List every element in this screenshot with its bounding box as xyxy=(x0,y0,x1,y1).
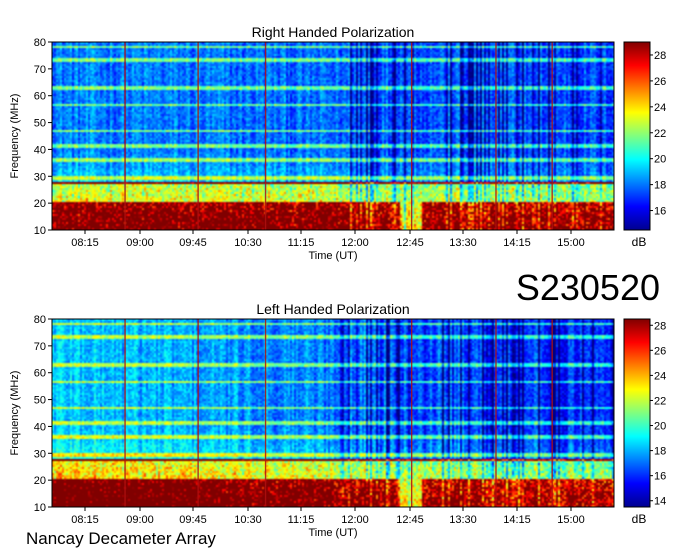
spectrogram-panel-0: Right Handed Polarization 10 20 30 40 50 60 70 8… xyxy=(9,24,666,262)
x-tick-label: 09:00 xyxy=(126,514,154,526)
x-tick-label: 15:00 xyxy=(557,514,585,526)
y-tick-label: 80 xyxy=(34,314,46,326)
y-tick-label: 70 xyxy=(34,341,46,353)
x-tick-label: 12:00 xyxy=(341,514,369,526)
x-tick-label: 08:15 xyxy=(71,237,99,249)
x-tick-label: 09:45 xyxy=(179,514,207,526)
y-tick-label: 60 xyxy=(34,91,46,103)
x-tick-label: 09:45 xyxy=(179,237,207,249)
y-tick-label: 70 xyxy=(34,64,46,76)
colorbar-tick-label: 20 xyxy=(654,154,666,166)
x-tick-label: 12:45 xyxy=(396,237,424,249)
y-tick-label: 50 xyxy=(34,118,46,130)
x-tick-label: 09:00 xyxy=(126,237,154,249)
y-tick-label: 10 xyxy=(34,502,46,514)
x-tick-label: 08:15 xyxy=(71,514,99,526)
y-axis-label: Frequency (MHz) xyxy=(9,94,21,179)
x-axis-label: Time (UT) xyxy=(308,527,357,539)
y-tick-label: 50 xyxy=(34,395,46,407)
x-tick-label: 12:45 xyxy=(396,514,424,526)
colorbar-tick-label: 28 xyxy=(654,50,666,62)
colorbar-tick-label: 16 xyxy=(654,471,666,483)
y-tick-label: 30 xyxy=(34,448,46,460)
colorbar-tick-label: 26 xyxy=(654,76,666,88)
y-tick-label: 20 xyxy=(34,198,46,210)
x-tick-label: 11:15 xyxy=(288,514,315,526)
y-tick-label: 60 xyxy=(34,368,46,380)
spectrogram-panel-1: Left Handed Polarization 10 20 30 40 50 60 70 80… xyxy=(9,301,666,539)
x-axis-label: Time (UT) xyxy=(308,250,357,262)
x-tick-label: 15:00 xyxy=(557,237,585,249)
panel-title: Left Handed Polarization xyxy=(256,301,409,317)
x-tick-label: 14:15 xyxy=(503,237,531,249)
colorbar-tick-label: 24 xyxy=(654,370,666,382)
spectrogram-image xyxy=(52,42,614,230)
y-tick-label: 20 xyxy=(34,475,46,487)
panel-title: Right Handed Polarization xyxy=(252,24,415,40)
x-tick-label: 10:30 xyxy=(234,237,262,249)
spectrogram-figure: Right Handed Polarization 10 20 30 40 50 60 70 8… xyxy=(9,24,666,548)
colorbar-tick-label: 22 xyxy=(654,395,666,407)
colorbar xyxy=(623,41,651,231)
x-tick-label: 14:15 xyxy=(503,514,531,526)
colorbar-tick-label: 14 xyxy=(654,496,666,508)
observatory-label: Nancay Decameter Array xyxy=(26,529,216,548)
colorbar-tick-label: 20 xyxy=(654,421,666,433)
colorbar-unit-label: dB xyxy=(632,235,647,249)
colorbar-tick-label: 24 xyxy=(654,102,666,114)
y-tick-label: 80 xyxy=(34,37,46,49)
x-tick-label: 13:30 xyxy=(449,514,477,526)
y-axis-label: Frequency (MHz) xyxy=(9,371,21,456)
spectrogram-image xyxy=(52,319,614,507)
colorbar-tick-label: 28 xyxy=(654,320,666,332)
colorbar-unit-label: dB xyxy=(632,512,647,526)
colorbar-tick-label: 18 xyxy=(654,446,666,458)
y-tick-label: 40 xyxy=(34,144,46,156)
date-code: S230520 xyxy=(516,267,660,308)
x-tick-label: 11:15 xyxy=(288,237,315,249)
y-tick-label: 10 xyxy=(34,225,46,237)
colorbar-tick-label: 22 xyxy=(654,128,666,140)
x-tick-label: 10:30 xyxy=(234,514,262,526)
x-tick-label: 12:00 xyxy=(341,237,369,249)
y-tick-label: 30 xyxy=(34,171,46,183)
colorbar-tick-label: 26 xyxy=(654,345,666,357)
x-tick-label: 13:30 xyxy=(449,237,477,249)
colorbar xyxy=(623,318,651,508)
y-tick-label: 40 xyxy=(34,421,46,433)
colorbar-tick-label: 16 xyxy=(654,206,666,218)
colorbar-tick-label: 18 xyxy=(654,180,666,192)
